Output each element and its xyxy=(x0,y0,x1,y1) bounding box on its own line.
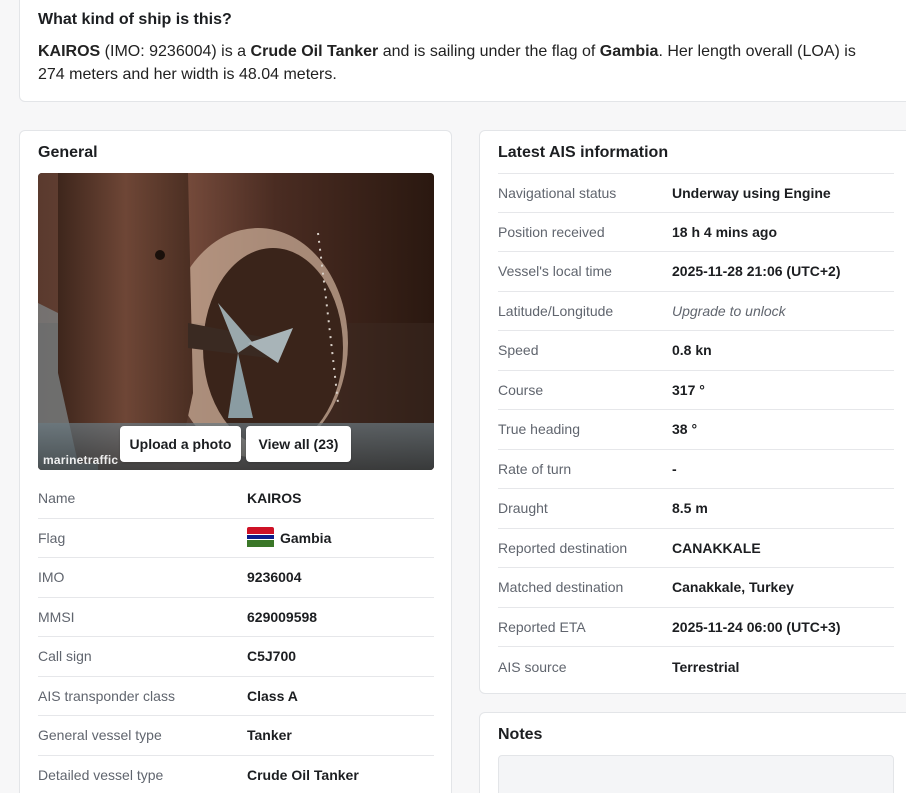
ais-label: Course xyxy=(498,381,544,398)
ais-label: Navigational status xyxy=(498,184,617,201)
ais-row-course: Course 317 ° xyxy=(498,371,894,410)
general-card: General marinetraffic Upload a photo Vie… xyxy=(19,130,452,793)
ais-row-local-time: Vessel's local time 2025-11-28 21:06 (UT… xyxy=(498,252,894,292)
detail-value: Tanker xyxy=(247,727,292,744)
ais-label: True heading xyxy=(498,421,580,438)
ais-label: Speed xyxy=(498,342,539,359)
ais-label: Matched destination xyxy=(498,579,624,596)
detail-label: IMO xyxy=(38,569,65,586)
ais-label: AIS source xyxy=(498,658,567,675)
ais-value: Underway using Engine xyxy=(672,184,831,201)
ais-value: 18 h 4 mins ago xyxy=(672,223,778,240)
detail-label: Flag xyxy=(38,529,66,546)
ais-value: Terrestrial xyxy=(672,658,740,675)
photo-watermark: marinetraffic xyxy=(43,453,119,467)
notes-card: Notes xyxy=(479,712,906,793)
detail-value: C5J700 xyxy=(247,648,297,665)
detail-label: General vessel type xyxy=(38,727,162,744)
ais-row-reported-eta: Reported ETA 2025-11-24 06:00 (UTC+3) xyxy=(498,608,894,647)
ais-row-reported-destination: Reported destination CANAKKALE xyxy=(498,529,894,568)
notes-input[interactable] xyxy=(498,755,894,793)
ais-value: - xyxy=(672,460,677,477)
detail-row-general-type: General vessel type Tanker xyxy=(38,716,434,756)
ais-value: CANAKKALE xyxy=(672,539,761,556)
ais-card: Latest AIS information Navigational stat… xyxy=(479,130,906,694)
ais-value: 2025-11-28 21:06 (UTC+2) xyxy=(672,263,841,280)
ais-row-position-received: Position received 18 h 4 mins ago xyxy=(498,213,894,252)
ais-row-lat-lon: Latitude/Longitude Upgrade to unlock xyxy=(498,292,894,331)
detail-label: AIS transponder class xyxy=(38,687,175,704)
summary-question: What kind of ship is this? xyxy=(38,11,232,28)
ais-details: Navigational status Underway using Engin… xyxy=(498,173,894,687)
ais-row-matched-destination: Matched destination Canakkale, Turkey xyxy=(498,568,894,608)
summary-description: KAIROS (IMO: 9236004) is a Crude Oil Tan… xyxy=(38,43,856,83)
ais-row-true-heading: True heading 38 ° xyxy=(498,410,894,450)
detail-row-name: Name KAIROS xyxy=(38,479,434,519)
ais-label: Rate of turn xyxy=(498,460,572,477)
vessel-photo[interactable]: marinetraffic Upload a photo View all (2… xyxy=(38,173,434,470)
summary-ship-type: Crude Oil Tanker xyxy=(250,43,379,60)
ais-title: Latest AIS information xyxy=(498,144,669,161)
ais-value: 2025-11-24 06:00 (UTC+3) xyxy=(672,618,841,635)
detail-value: KAIROS xyxy=(247,490,302,507)
ais-row-draught: Draught 8.5 m xyxy=(498,489,894,529)
detail-row-flag: Flag Gambia xyxy=(38,519,434,558)
ais-label: Position received xyxy=(498,223,605,240)
ais-label: Reported ETA xyxy=(498,618,586,635)
detail-value: Gambia xyxy=(247,526,331,549)
ais-value: 38 ° xyxy=(672,421,698,438)
detail-value: Class A xyxy=(247,687,298,704)
detail-value: 9236004 xyxy=(247,569,302,586)
detail-row-ais-class: AIS transponder class Class A xyxy=(38,677,434,716)
gambia-flag-icon xyxy=(247,526,274,549)
general-title: General xyxy=(38,144,98,161)
view-all-photos-button[interactable]: View all (23) xyxy=(246,426,351,462)
notes-title: Notes xyxy=(498,726,543,743)
detail-row-mmsi: MMSI 629009598 xyxy=(38,598,434,637)
ais-label: Latitude/Longitude xyxy=(498,302,614,319)
detail-label: MMSI xyxy=(38,608,75,625)
ais-row-nav-status: Navigational status Underway using Engin… xyxy=(498,173,894,213)
detail-row-call-sign: Call sign C5J700 xyxy=(38,637,434,677)
upgrade-to-unlock-link[interactable]: Upgrade to unlock xyxy=(672,303,786,319)
ais-label: Draught xyxy=(498,500,548,517)
summary-ship-name: KAIROS xyxy=(38,43,101,60)
detail-row-detailed-type: Detailed vessel type Crude Oil Tanker xyxy=(38,756,434,793)
detail-label: Call sign xyxy=(38,648,92,665)
ais-value: 0.8 kn xyxy=(672,342,712,359)
summary-flag-country: Gambia xyxy=(599,43,659,60)
detail-row-imo: IMO 9236004 xyxy=(38,558,434,598)
ais-label: Vessel's local time xyxy=(498,263,612,280)
ship-summary-card: What kind of ship is this? KAIROS (IMO: … xyxy=(19,0,906,102)
upload-photo-button[interactable]: Upload a photo xyxy=(120,426,241,462)
detail-label: Detailed vessel type xyxy=(38,767,164,784)
ais-row-speed: Speed 0.8 kn xyxy=(498,331,894,371)
ais-label: Reported destination xyxy=(498,539,628,556)
ais-row-source: AIS source Terrestrial xyxy=(498,647,894,687)
detail-label: Name xyxy=(38,490,76,507)
ais-value: Canakkale, Turkey xyxy=(672,579,794,596)
ais-value: 8.5 m xyxy=(672,500,708,517)
detail-value: 629009598 xyxy=(247,608,318,625)
ais-value: 317 ° xyxy=(672,381,705,398)
ais-row-rate-of-turn: Rate of turn - xyxy=(498,450,894,489)
detail-value: Crude Oil Tanker xyxy=(247,767,359,784)
general-details: Name KAIROS Flag Gambia IMO 9236004 MMSI… xyxy=(38,479,434,793)
